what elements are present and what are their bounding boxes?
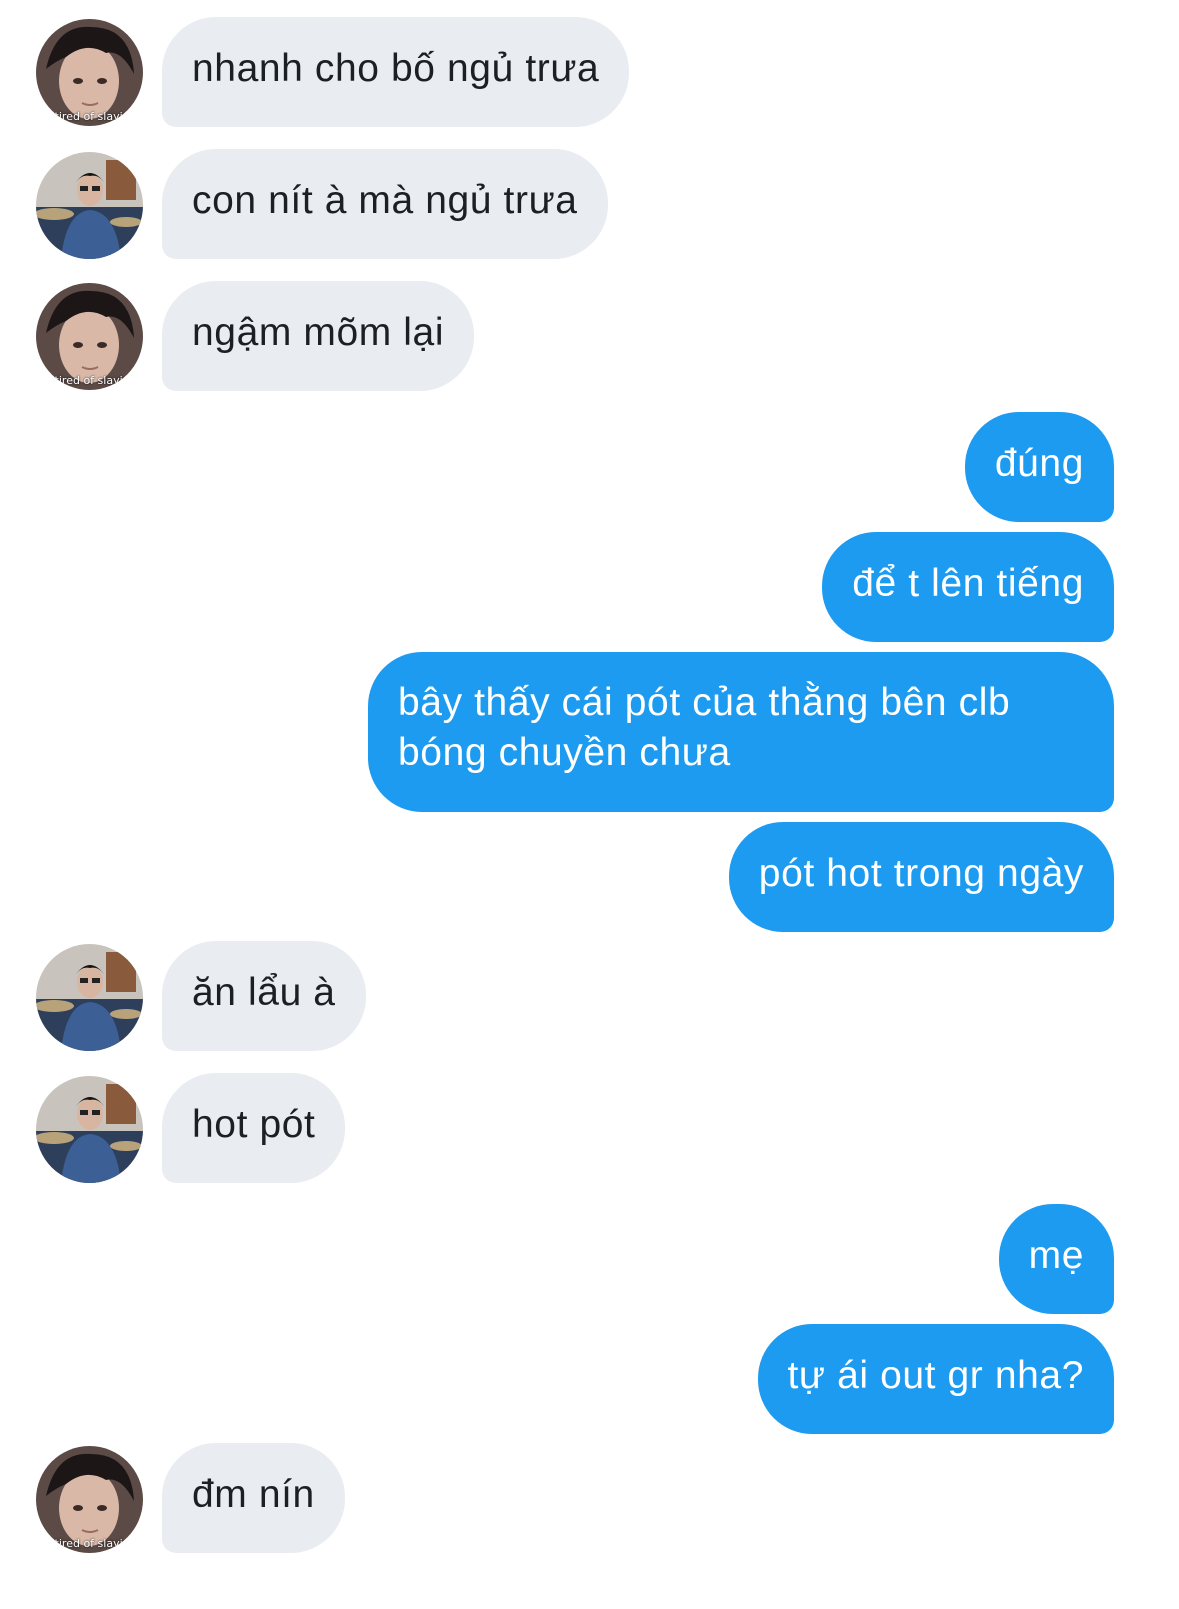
message-incoming[interactable]: i tired of slayin đm nín [0, 1443, 1179, 1553]
message-outgoing[interactable]: mẹ [0, 1204, 1179, 1314]
avatar-drummer-photo-icon [36, 152, 143, 259]
message-bubble[interactable]: tự ái out gr nha? [757, 1324, 1114, 1434]
avatar-drummer-photo-icon [36, 944, 143, 1051]
avatar-caption: i tired of slayin [48, 374, 130, 387]
avatar[interactable] [36, 1076, 143, 1183]
message-bubble[interactable]: con nít à mà ngủ trưa [162, 149, 608, 259]
avatar[interactable] [36, 944, 143, 1051]
message-outgoing[interactable]: bây thấy cái pót của thằng bên clb bóng … [0, 652, 1179, 812]
avatar[interactable]: i tired of slayin [36, 1446, 143, 1553]
message-bubble[interactable]: hot pót [162, 1073, 346, 1183]
message-bubble[interactable]: đúng [964, 412, 1114, 522]
message-outgoing[interactable]: tự ái out gr nha? [0, 1324, 1179, 1434]
avatar-caption: i tired of slayin [48, 110, 130, 123]
avatar[interactable]: i tired of slayin [36, 19, 143, 126]
avatar[interactable]: i tired of slayin [36, 283, 143, 390]
message-outgoing[interactable]: pót hot trong ngày [0, 822, 1179, 932]
message-bubble[interactable]: ăn lẩu à [162, 941, 366, 1051]
message-outgoing[interactable]: để t lên tiếng [0, 532, 1179, 642]
message-incoming[interactable]: hot pót [0, 1073, 1179, 1183]
message-thread: i tired of slayin nhanh cho bố ngủ trưa … [0, 0, 1179, 1609]
message-incoming[interactable]: con nít à mà ngủ trưa [0, 149, 1179, 259]
message-bubble[interactable]: đm nín [162, 1443, 345, 1553]
message-incoming[interactable]: i tired of slayin nhanh cho bố ngủ trưa [0, 17, 1179, 127]
message-incoming[interactable]: i tired of slayin ngậm mõm lại [0, 281, 1179, 391]
message-outgoing[interactable]: đúng [0, 412, 1179, 522]
message-incoming[interactable]: ăn lẩu à [0, 941, 1179, 1051]
message-bubble[interactable]: để t lên tiếng [822, 532, 1114, 642]
message-bubble[interactable]: nhanh cho bố ngủ trưa [162, 17, 630, 127]
avatar-caption: i tired of slayin [48, 1537, 130, 1550]
message-bubble[interactable]: mẹ [998, 1204, 1114, 1314]
message-bubble[interactable]: bây thấy cái pót của thằng bên clb bóng … [368, 652, 1114, 812]
avatar-drummer-photo-icon [36, 1076, 143, 1183]
avatar[interactable] [36, 152, 143, 259]
message-bubble[interactable]: pót hot trong ngày [728, 822, 1114, 932]
message-bubble[interactable]: ngậm mõm lại [162, 281, 475, 391]
